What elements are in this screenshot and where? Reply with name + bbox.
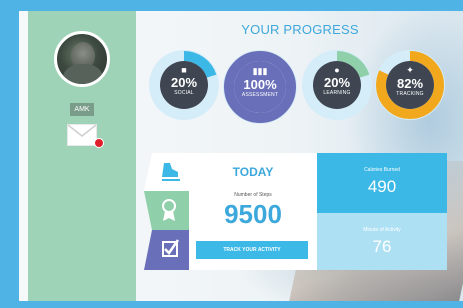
tab-checklist[interactable] [144,230,190,275]
progress-ring-learning[interactable]: ● 20% LEARNING [301,49,373,121]
progress-ring-assessment[interactable]: ▮▮▮ 100% ASSESSMENT [222,49,298,125]
camera-icon: ■ [181,65,187,75]
progress-ring-tracking[interactable]: ✦ 82% TRACKING [374,49,446,121]
steps-value: 9500 [224,199,282,229]
today-title: TODAY [232,165,274,179]
notification-badge [94,138,104,148]
steps-label: Number of Steps [234,192,272,198]
progress-value: 100% [243,77,277,92]
tab-achievements[interactable] [144,191,190,235]
bar-chart-icon: ▮▮▮ [252,66,268,76]
avatar[interactable] [54,31,110,87]
apple-icon: ● [334,65,340,75]
calories-panel: Calories Burned 490 [317,153,447,213]
envelope-icon[interactable] [67,124,97,146]
calories-value: 490 [367,177,397,196]
tab-activity[interactable] [144,153,190,196]
username-label: AMK [70,103,94,116]
progress-value: 20% [170,75,198,90]
page-title: YOUR PROGRESS [241,22,359,37]
progress-ring-social[interactable]: ■ 20% SOCIAL [148,49,220,121]
minutes-panel: Minute of Activity 76 [317,213,447,270]
track-activity-button[interactable]: TRACK YOUR ACTIVITY [196,241,308,259]
progress-value: 82% [396,76,424,91]
progress-label: TRACKING [396,91,424,97]
progress-label: ASSESSMENT [241,92,279,98]
sidebar: AMK [28,11,136,301]
minutes-label: Minute of Activity [363,227,401,233]
minutes-value: 76 [372,237,392,256]
today-panel: TODAY Number of Steps 9500 TRACK YOUR AC… [189,153,317,270]
calories-label: Calories Burned [364,167,400,173]
progress-label: LEARNING [323,90,351,96]
progress-label: SOCIAL [174,90,194,96]
progress-value: 20% [323,75,351,90]
shoe-icon: ✦ [406,65,414,75]
